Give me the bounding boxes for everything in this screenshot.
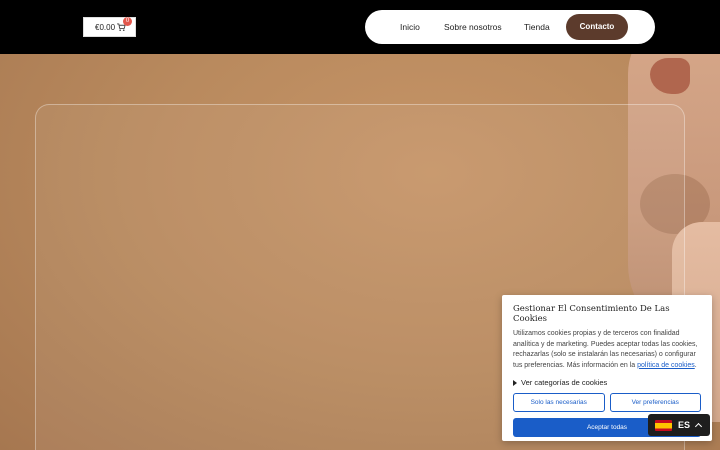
spain-flag-icon <box>655 419 672 431</box>
chevron-up-icon <box>694 422 703 431</box>
language-code: ES <box>678 420 691 430</box>
cart-button[interactable]: €0.00 0 <box>83 17 136 37</box>
cookie-text-end: . <box>694 361 697 369</box>
cookie-categories-label: Ver categorías de cookies <box>521 378 608 387</box>
necessary-only-button[interactable]: Solo las necesarias <box>513 393 605 412</box>
cookie-button-row: Solo las necesarias Ver preferencias <box>513 393 701 412</box>
cookie-policy-link[interactable]: política de cookies <box>637 362 695 369</box>
site-header: €0.00 0 Inicio Sobre nosotros Tienda Con… <box>0 0 720 54</box>
nav-inicio[interactable]: Inicio <box>400 10 420 44</box>
main-nav: Inicio Sobre nosotros Tienda Contacto <box>365 10 655 44</box>
cookie-description: Utilizamos cookies propias y de terceros… <box>513 329 701 371</box>
cookie-title: Gestionar El Consentimiento De Las Cooki… <box>513 304 670 324</box>
cart-count-badge: 0 <box>123 17 132 26</box>
nav-contacto-button[interactable]: Contacto <box>566 14 628 40</box>
nav-sobre-nosotros[interactable]: Sobre nosotros <box>444 10 502 44</box>
language-switcher[interactable]: ES <box>648 414 710 436</box>
cart-total: €0.00 <box>95 22 116 32</box>
cookie-categories-toggle[interactable]: Ver categorías de cookies <box>513 378 701 387</box>
view-preferences-button[interactable]: Ver preferencias <box>609 393 701 412</box>
nav-tienda[interactable]: Tienda <box>524 10 550 44</box>
hero-lips-image <box>650 58 690 94</box>
expand-triangle-icon <box>513 379 517 386</box>
